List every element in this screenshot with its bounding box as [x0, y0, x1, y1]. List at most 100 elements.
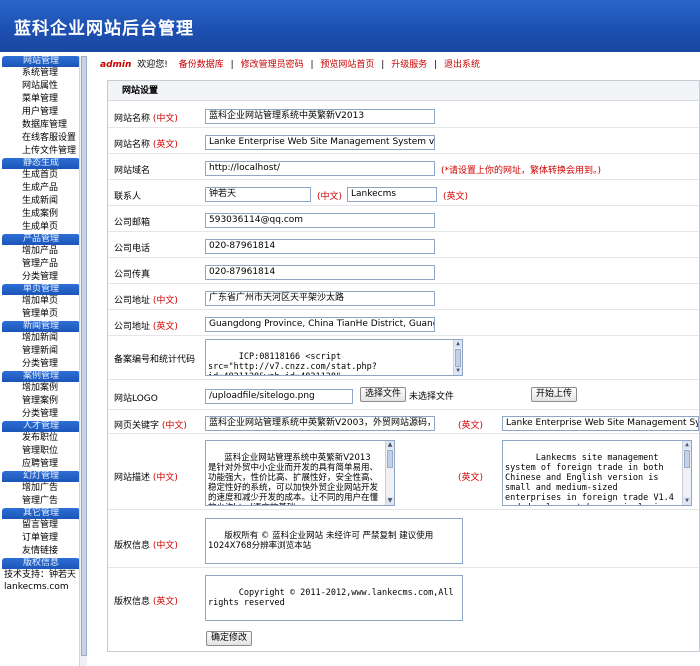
address-en-label: 公司地址 [114, 322, 151, 332]
sidebar-item[interactable]: 分类管理 [0, 408, 86, 421]
sidebar-item[interactable]: 增加新闻 [0, 332, 86, 345]
tech-support-text: 技术支持：钟若天 [4, 570, 77, 580]
row-fax: 公司传真 020-87961814 [108, 258, 699, 284]
sidebar-section-header[interactable]: 网站管理 [2, 56, 80, 67]
description-cn-text: 蓝科企业网站管理系统中英繁新V2013 是针对外贸中小企业而开发的具有简单易用、… [208, 453, 379, 505]
sidebar-item[interactable]: 留言管理 [0, 519, 86, 532]
keywords-cn-input[interactable]: 蓝科企业网站管理系统中英繁新V2003，外贸网站源码， [205, 416, 435, 431]
sidebar-scrollbar-thumb[interactable] [81, 56, 87, 656]
site-name-en-label: 网站名称 [114, 140, 151, 150]
icp-scrollbar[interactable]: ▲ ▼ [453, 340, 462, 375]
phone-input[interactable]: 020-87961814 [205, 239, 435, 254]
sidebar-item[interactable]: 生成案例 [0, 208, 86, 221]
sidebar-item[interactable]: 上传文件管理 [0, 145, 86, 158]
sidebar-item[interactable]: 管理广告 [0, 495, 86, 508]
sidebar-item[interactable]: 管理案例 [0, 395, 86, 408]
sidebar-item[interactable]: 增加案例 [0, 382, 86, 395]
copyright-en-textarea[interactable]: Copyright © 2011-2012,www.lankecms.com,A… [205, 575, 463, 621]
sidebar-scrollbar[interactable] [79, 56, 87, 666]
logout-link[interactable]: 退出系统 [444, 60, 480, 70]
email-input[interactable]: 593036114@qq.com [205, 213, 435, 228]
preview-home-link[interactable]: 预览网站首页 [320, 60, 374, 70]
description-cn-scrollbar[interactable]: ▲ ▼ [385, 441, 394, 505]
copyright-cn-textarea[interactable]: 版权所有 © 蓝科企业网站 未经许可 严禁复制 建议使用1024X768分辨率浏… [205, 518, 463, 564]
submit-button[interactable]: 确定修改 [206, 631, 252, 646]
site-name-cn-label: 网站名称 [114, 114, 151, 124]
sidebar-item[interactable]: 在线客服设置 [0, 132, 86, 145]
upgrade-link[interactable]: 升级服务 [391, 60, 427, 70]
logo-path-input[interactable]: /uploadfile/sitelogo.png [205, 389, 353, 404]
email-label: 公司邮箱 [114, 218, 151, 228]
sidebar-section-header[interactable]: 新闻管理 [2, 321, 80, 332]
keywords-en-tag: (英文) [458, 421, 484, 431]
site-name-en-input[interactable]: Lanke Enterprise Web Site Management Sys… [205, 135, 435, 150]
row-copyright-cn: 版权信息 (中文) 版权所有 © 蓝科企业网站 未经许可 严禁复制 建议使用10… [108, 510, 699, 568]
backup-db-link[interactable]: 备份数据库 [179, 60, 224, 70]
sidebar-item[interactable]: 管理产品 [0, 258, 86, 271]
sidebar-item[interactable]: 增加单页 [0, 295, 86, 308]
sidebar-item[interactable]: 分类管理 [0, 358, 86, 371]
sidebar-item[interactable]: 网站属性 [0, 80, 86, 93]
sidebar-section-header[interactable]: 单页管理 [2, 284, 80, 295]
copyright-en-label: 版权信息 [114, 597, 151, 607]
row-site-name-en: 网站名称 (英文) Lanke Enterprise Web Site Mana… [108, 128, 699, 154]
sidebar-item[interactable]: 生成新闻 [0, 195, 86, 208]
logo-label: 网站LOGO [114, 394, 158, 404]
sidebar-item[interactable]: 增加产品 [0, 245, 86, 258]
sidebar: 网站管理 系统管理 网站属性 菜单管理 用户管理 数据库管理 在线客服设置 上传文件管理 静态生… [0, 52, 90, 666]
sidebar-item[interactable]: 生成产品 [0, 182, 86, 195]
sidebar-item[interactable]: 管理单页 [0, 308, 86, 321]
site-name-cn-input[interactable]: 蓝科企业网站管理系统中英繁新V2013 [205, 109, 435, 124]
cn-tag: (中文) [152, 114, 178, 124]
sidebar-section-header[interactable]: 案例管理 [2, 371, 80, 382]
sidebar-item[interactable]: 用户管理 [0, 106, 86, 119]
address-en-input[interactable]: Guangdong Province, China TianHe Distric… [205, 317, 435, 332]
change-password-link[interactable]: 修改管理员密码 [241, 60, 304, 70]
sidebar-item[interactable]: 管理新闻 [0, 345, 86, 358]
address-cn-label: 公司地址 [114, 296, 151, 306]
row-copyright-en: 版权信息 (英文) Copyright © 2011-2012,www.lank… [108, 568, 699, 624]
sidebar-item[interactable]: 增加广告 [0, 482, 86, 495]
sidebar-item[interactable]: 数据库管理 [0, 119, 86, 132]
sidebar-item[interactable]: 系统管理 [0, 67, 86, 80]
row-logo: 网站LOGO /uploadfile/sitelogo.png 选择文件 未选择… [108, 380, 699, 410]
address-cn-input[interactable]: 广东省广州市天河区天平架沙太路 [205, 291, 435, 306]
description-en-textarea[interactable]: Lankecms site management system of forei… [502, 440, 692, 506]
row-address-cn: 公司地址 (中文) 广东省广州市天河区天平架沙太路 [108, 284, 699, 310]
copyright-en-tag: (英文) [152, 597, 178, 607]
domain-input[interactable]: http://localhost/ [205, 161, 435, 176]
sidebar-item[interactable]: 订单管理 [0, 532, 86, 545]
contact-cn-input[interactable]: 钟若天 [205, 187, 311, 202]
sidebar-section-header[interactable]: 人才管理 [2, 421, 80, 432]
icp-textarea[interactable]: ICP:08118166 <script src="http://v7.cnzz… [205, 339, 463, 376]
copyright-cn-label: 版权信息 [114, 541, 151, 551]
fax-input[interactable]: 020-87961814 [205, 265, 435, 280]
sidebar-section-header[interactable]: 静态生成 [2, 158, 80, 169]
sidebar-item[interactable]: 生成首页 [0, 169, 86, 182]
panel-title: 网站设置 [108, 81, 699, 101]
keywords-en-input[interactable]: Lanke Enterprise Web Site Management Sys… [502, 416, 699, 431]
description-en-scrollbar[interactable]: ▲ ▼ [682, 441, 691, 505]
sidebar-section-header[interactable]: 产品管理 [2, 234, 80, 245]
row-icp: 备案编号和统计代码 ICP:08118166 <script src="http… [108, 336, 699, 380]
sidebar-item[interactable]: 菜单管理 [0, 93, 86, 106]
sidebar-section-header[interactable]: 其它管理 [2, 508, 80, 519]
site-link[interactable]: lankecms.com [0, 581, 86, 593]
sidebar-section-header[interactable]: 版权信息 [2, 558, 80, 569]
sidebar-item[interactable]: 应聘管理 [0, 458, 86, 471]
row-site-name-cn: 网站名称 (中文) 蓝科企业网站管理系统中英繁新V2013 [108, 102, 699, 128]
sidebar-item[interactable]: 生成单页 [0, 221, 86, 234]
sidebar-item[interactable]: 发布职位 [0, 432, 86, 445]
phone-label: 公司电话 [114, 244, 151, 254]
sidebar-item[interactable]: 分类管理 [0, 271, 86, 284]
sidebar-item[interactable]: 管理职位 [0, 445, 86, 458]
fax-label: 公司传真 [114, 270, 151, 280]
contact-en-input[interactable]: Lankecms [347, 187, 437, 202]
description-cn-textarea[interactable]: 蓝科企业网站管理系统中英繁新V2013 是针对外贸中小企业而开发的具有简单易用、… [205, 440, 395, 506]
choose-file-button[interactable]: 选择文件 [360, 387, 406, 402]
row-domain: 网站域名 http://localhost/ (*请设置上你的网址，繁体转换会用… [108, 154, 699, 180]
sidebar-item[interactable]: 友情链接 [0, 545, 86, 558]
start-upload-button[interactable]: 开始上传 [531, 387, 577, 402]
sidebar-section-header[interactable]: 幻灯管理 [2, 471, 80, 482]
no-file-text: 未选择文件 [409, 392, 455, 402]
